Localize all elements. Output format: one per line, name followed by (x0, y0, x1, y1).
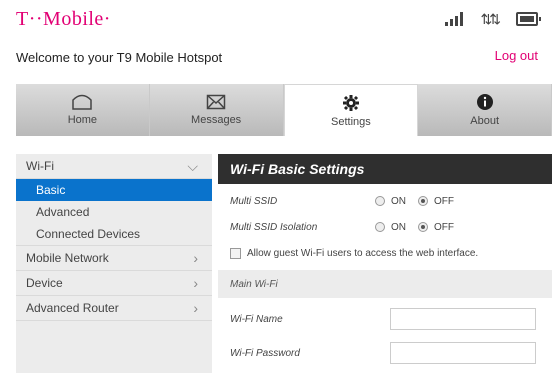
isolation-off-radio[interactable] (418, 222, 428, 232)
wifi-basic-panel: Wi-Fi Basic Settings Multi SSID ON OFF M… (218, 154, 552, 370)
wifi-password-label: Wi-Fi Password (230, 347, 300, 359)
sidebar-subitem-basic[interactable]: Basic (16, 179, 212, 201)
multi-ssid-off-label: OFF (434, 195, 454, 207)
multi-ssid-isolation-row: Multi SSID Isolation ON OFF (218, 214, 552, 240)
sidebar-item-device[interactable]: Device › (16, 271, 212, 296)
gear-icon (342, 94, 359, 111)
sidebar-item-mobile-network-label: Mobile Network (26, 251, 109, 265)
wifi-name-label: Wi-Fi Name (230, 313, 283, 325)
tab-messages-label: Messages (191, 114, 242, 126)
panel-title: Wi-Fi Basic Settings (218, 154, 552, 184)
chevron-right-icon: › (193, 250, 198, 266)
main-tabs: Home Messages Settings About (16, 84, 552, 136)
tab-messages[interactable]: Messages (149, 84, 284, 136)
tab-home-label: Home (67, 114, 98, 126)
logout-link[interactable]: Log out (495, 48, 538, 63)
tmobile-logo: T··Mobile· (16, 8, 111, 30)
info-icon (476, 94, 493, 110)
status-bar: ⇅⇅ (444, 11, 541, 27)
sidebar-item-device-label: Device (26, 276, 63, 290)
sidebar-item-advanced-router-label: Advanced Router (26, 301, 119, 315)
wifi-name-row: Wi-Fi Name (218, 302, 552, 336)
multi-ssid-on-radio[interactable] (375, 196, 385, 206)
tab-about[interactable]: About (418, 84, 552, 136)
multi-ssid-row: Multi SSID ON OFF (218, 188, 552, 214)
guest-access-label: Allow guest Wi-Fi users to access the we… (247, 247, 479, 259)
home-icon (72, 94, 93, 110)
chevron-down-icon: ⌵ (187, 157, 198, 174)
isolation-off-label: OFF (434, 221, 454, 233)
guest-access-row: Allow guest Wi-Fi users to access the we… (218, 240, 552, 266)
wifi-password-row: Wi-Fi Password (218, 336, 552, 370)
sidebar-subitem-advanced[interactable]: Advanced (16, 201, 212, 223)
data-arrows-icon: ⇅⇅ (480, 11, 502, 27)
wifi-name-input[interactable] (390, 308, 536, 330)
envelope-icon (206, 94, 226, 110)
sidebar-item-wifi-label: Wi-Fi (26, 159, 54, 173)
multi-ssid-off-radio[interactable] (418, 196, 428, 206)
isolation-on-radio[interactable] (375, 222, 385, 232)
tab-home[interactable]: Home (16, 84, 150, 136)
sidebar-item-mobile-network[interactable]: Mobile Network › (16, 246, 212, 271)
isolation-on-label: ON (391, 221, 406, 233)
sidebar-subitem-connected-devices[interactable]: Connected Devices (16, 223, 212, 246)
sidebar-item-wifi[interactable]: Wi-Fi ⌵ (16, 154, 212, 179)
multi-ssid-on-label: ON (391, 195, 406, 207)
welcome-text: Welcome to your T9 Mobile Hotspot (16, 50, 223, 65)
chevron-right-icon: › (193, 300, 198, 316)
multi-ssid-isolation-label: Multi SSID Isolation (230, 221, 318, 233)
tab-settings[interactable]: Settings (283, 84, 419, 136)
guest-access-checkbox[interactable] (230, 247, 241, 259)
multi-ssid-label: Multi SSID (230, 195, 278, 207)
tab-about-label: About (470, 115, 499, 127)
battery-icon (516, 12, 541, 26)
wifi-password-input[interactable] (390, 342, 536, 364)
sidebar-item-advanced-router[interactable]: Advanced Router › (16, 296, 212, 321)
tab-settings-label: Settings (331, 115, 371, 128)
settings-sidebar: Wi-Fi ⌵ Basic Advanced Connected Devices… (16, 154, 212, 373)
main-wifi-section: Main Wi-Fi (218, 270, 552, 298)
signal-bars-icon (444, 12, 463, 26)
chevron-right-icon: › (193, 275, 198, 291)
